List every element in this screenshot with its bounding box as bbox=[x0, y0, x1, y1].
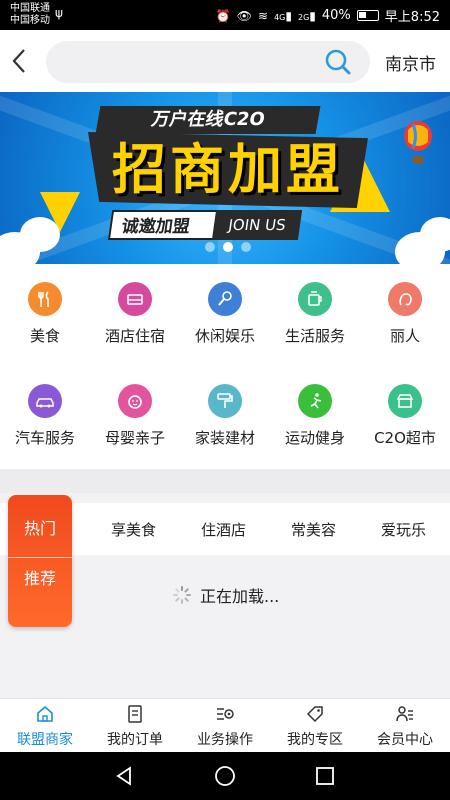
category-label: 运动健身 bbox=[284, 429, 345, 447]
tabbar-item-operations[interactable]: 业务操作 bbox=[180, 699, 270, 753]
utensils-icon bbox=[28, 282, 62, 316]
hot-air-balloon-icon bbox=[404, 121, 432, 164]
order-icon bbox=[128, 705, 142, 723]
carousel-indicators bbox=[205, 242, 251, 252]
banner-title: 招商加盟 bbox=[88, 132, 368, 208]
member-icon bbox=[396, 706, 413, 722]
category-beauty[interactable]: 丽人 bbox=[360, 282, 450, 346]
category-label: 母婴亲子 bbox=[104, 429, 165, 447]
spinner-icon bbox=[173, 586, 191, 604]
category-car[interactable]: 汽车服务 bbox=[0, 384, 90, 448]
category-label: C2O超市 bbox=[374, 429, 436, 447]
banner-join-us: JOIN US bbox=[211, 210, 303, 240]
banner-subtitle: 万户在线C2O bbox=[95, 106, 321, 134]
category-label: 汽车服务 bbox=[14, 429, 75, 447]
running-icon bbox=[298, 384, 332, 418]
category-decoration[interactable]: 家装建材 bbox=[180, 384, 270, 448]
tabbar-label: 会员中心 bbox=[377, 732, 433, 748]
tag-icon bbox=[306, 706, 323, 723]
city-selector[interactable]: 南京市 bbox=[385, 50, 436, 75]
settings-icon bbox=[217, 708, 234, 720]
search-icon[interactable] bbox=[324, 48, 352, 76]
signal-1-icon: 4G▮ bbox=[274, 8, 292, 23]
badge-recommend-label: 推荐 bbox=[23, 569, 56, 588]
car-icon bbox=[28, 384, 62, 418]
category-label: 丽人 bbox=[389, 327, 420, 345]
badge-hot-label: 热门 bbox=[23, 519, 56, 538]
category-hotel[interactable]: 酒店住宿 bbox=[90, 282, 180, 346]
signal-1-label: 4G bbox=[274, 12, 286, 22]
wifi-icon: ≋ bbox=[258, 8, 269, 23]
tabbar-item-my-zone[interactable]: 我的专区 bbox=[270, 699, 360, 753]
tab-beauty[interactable]: 常美容 bbox=[291, 519, 336, 540]
carousel-dot[interactable] bbox=[241, 242, 251, 252]
signal-2-label: 2G bbox=[297, 12, 310, 22]
usb-icon: ψ bbox=[55, 6, 63, 20]
tabbar-item-orders[interactable]: 我的订单 bbox=[90, 699, 180, 753]
battery-icon bbox=[356, 10, 379, 21]
category-life-service[interactable]: 生活服务 bbox=[270, 282, 360, 346]
search-input[interactable] bbox=[62, 49, 312, 75]
search-bar[interactable] bbox=[46, 41, 370, 83]
header: 南京市 bbox=[0, 30, 450, 92]
clock: 早上8:52 bbox=[384, 10, 440, 25]
category-label: 家装建材 bbox=[194, 429, 255, 447]
category-baby[interactable]: 母婴亲子 bbox=[90, 384, 180, 448]
promo-banner[interactable]: 万户在线C2O 招商加盟 诚邀加盟 JOIN US bbox=[0, 92, 450, 264]
cloud-decoration bbox=[20, 217, 60, 252]
section-divider bbox=[0, 469, 450, 493]
category-food[interactable]: 美食 bbox=[0, 282, 90, 346]
category-label: 美食 bbox=[29, 327, 60, 345]
tabbar-label: 我的订单 bbox=[107, 732, 163, 748]
signal-2-icon: 2G▮ bbox=[297, 8, 316, 23]
system-nav-bar bbox=[0, 752, 450, 800]
recommend-section: 享美食 住酒店 常美容 爱玩乐 热门 推荐 正在加载... bbox=[0, 493, 450, 698]
shop-icon bbox=[388, 384, 422, 418]
category-label: 生活服务 bbox=[284, 327, 345, 345]
battery-percent: 40% bbox=[321, 8, 351, 23]
carousel-dot-active[interactable] bbox=[223, 242, 233, 252]
status-icons: ⏰ 👁 ≋ 4G▮ 2G▮ 40% 早上8:52 bbox=[216, 6, 440, 25]
loading-indicator: 正在加载... bbox=[172, 583, 279, 607]
category-grid: 美食 酒店住宿 休闲娱乐 生活服务 丽人 汽车服务 母婴亲子 家装建材 运动健身… bbox=[0, 264, 450, 469]
tab-hotel[interactable]: 住酒店 bbox=[201, 519, 246, 540]
home-circle-icon[interactable] bbox=[213, 764, 237, 788]
tabbar-label: 联盟商家 bbox=[17, 732, 73, 748]
microphone-icon bbox=[208, 282, 242, 316]
hot-recommend-badge: 热门 推荐 bbox=[8, 495, 72, 627]
tab-food[interactable]: 享美食 bbox=[111, 519, 156, 540]
category-label: 酒店住宿 bbox=[104, 327, 165, 345]
alarm-icon: ⏰ bbox=[215, 8, 231, 23]
baby-icon bbox=[118, 384, 152, 418]
category-supermarket[interactable]: C2O超市 bbox=[360, 384, 450, 448]
loading-text: 正在加载... bbox=[200, 587, 280, 606]
badge-divider bbox=[8, 557, 72, 558]
tab-play[interactable]: 爱玩乐 bbox=[381, 519, 426, 540]
carrier-2: 中国移动 bbox=[10, 15, 50, 26]
category-sports[interactable]: 运动健身 bbox=[270, 384, 360, 448]
cup-icon bbox=[298, 282, 332, 316]
eye-icon: 👁 bbox=[236, 8, 253, 23]
home-icon bbox=[37, 705, 53, 722]
carrier-info: 中国联通 中国移动 bbox=[10, 3, 50, 27]
carrier-1: 中国联通 bbox=[10, 3, 50, 14]
status-bar: 中国联通 中国移动 ψ ⏰ 👁 ≋ 4G▮ 2G▮ 40% 早上8:52 bbox=[0, 0, 450, 30]
back-button[interactable] bbox=[8, 44, 38, 78]
chevron-left-icon bbox=[12, 49, 25, 73]
tabbar-item-member-center[interactable]: 会员中心 bbox=[360, 699, 450, 753]
woman-icon bbox=[388, 282, 422, 316]
category-label: 休闲娱乐 bbox=[194, 327, 255, 345]
tabbar-item-merchants[interactable]: 联盟商家 bbox=[0, 699, 90, 753]
back-icon[interactable] bbox=[112, 764, 136, 788]
carousel-dot[interactable] bbox=[205, 242, 215, 252]
bottom-tab-bar: 联盟商家 我的订单 业务操作 我的专区 会员中心 bbox=[0, 698, 450, 752]
tabbar-label: 业务操作 bbox=[197, 732, 253, 748]
tabbar-label: 我的专区 bbox=[287, 732, 343, 748]
recents-icon[interactable] bbox=[313, 764, 337, 788]
paint-roller-icon bbox=[208, 384, 242, 418]
bed-icon bbox=[118, 282, 152, 316]
category-leisure[interactable]: 休闲娱乐 bbox=[180, 282, 270, 346]
